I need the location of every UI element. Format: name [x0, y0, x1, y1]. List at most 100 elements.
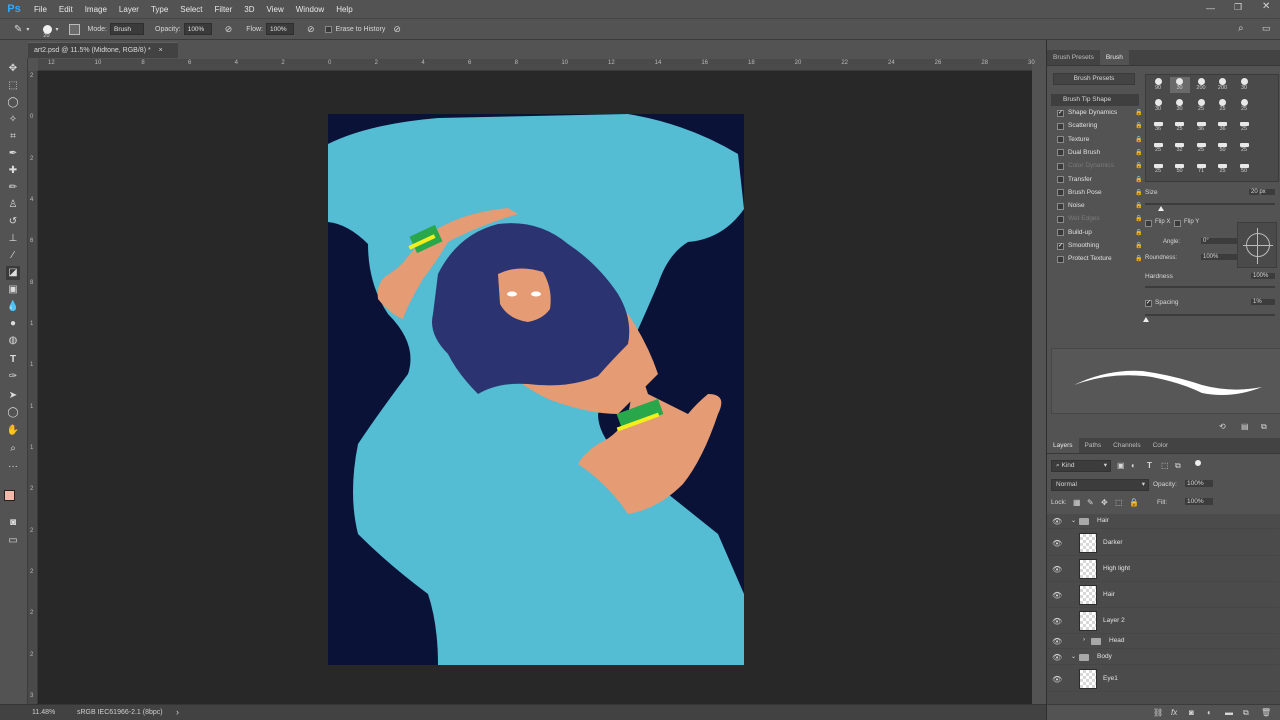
- blend-mode-select[interactable]: Normal ▾: [1051, 479, 1149, 491]
- brush-option-smoothing[interactable]: ✓ Smoothing 🔒: [1057, 240, 1145, 252]
- document-canvas[interactable]: [328, 114, 744, 665]
- marquee-tool-icon[interactable]: ⬚: [6, 79, 20, 93]
- brush-option-brush-pose[interactable]: Brush Pose 🔒: [1057, 187, 1145, 199]
- brush-tip-cell[interactable]: 32: [1170, 140, 1190, 156]
- brush-tip-cell[interactable]: 30: [1169, 77, 1190, 93]
- brush-tip-cell[interactable]: 200: [1213, 77, 1233, 93]
- brush-option-checkbox[interactable]: ✓: [1057, 109, 1064, 117]
- delete-layer-icon[interactable]: 🗑: [1261, 708, 1271, 717]
- brush-tip-cell[interactable]: 50: [1170, 161, 1190, 177]
- crop-tool-icon[interactable]: ⌗: [6, 130, 20, 144]
- tab-brush[interactable]: Brush: [1099, 50, 1129, 65]
- pressure-opacity-icon[interactable]: ⊘: [225, 24, 233, 35]
- brush-option-texture[interactable]: Texture 🔒: [1057, 134, 1145, 146]
- visibility-eye-icon[interactable]: 👁: [1052, 591, 1062, 600]
- brush-panel-menu-icon[interactable]: ▤: [1241, 422, 1249, 431]
- zoom-level[interactable]: 11.48%: [32, 705, 55, 720]
- healing-brush-tool-icon[interactable]: ✚: [6, 164, 20, 178]
- visibility-eye-icon[interactable]: 👁: [1052, 675, 1062, 684]
- brush-tip-cell[interactable]: 25: [1170, 119, 1190, 135]
- spacing-slider-track[interactable]: [1145, 314, 1275, 316]
- brush-option-checkbox[interactable]: [1057, 149, 1064, 157]
- menu-layer[interactable]: Layer: [113, 5, 145, 14]
- smudge-tool-icon[interactable]: ∕: [6, 249, 20, 263]
- brush-tool-icon[interactable]: ✏: [6, 181, 20, 195]
- brush-option-checkbox[interactable]: [1057, 229, 1064, 237]
- tab-color[interactable]: Color: [1147, 438, 1175, 453]
- angle-roundness-widget[interactable]: [1237, 222, 1277, 268]
- layer-style-icon[interactable]: fx: [1171, 708, 1177, 717]
- lock-icon[interactable]: 🔒: [1135, 253, 1142, 265]
- size-input[interactable]: 20 px: [1249, 189, 1275, 195]
- filter-type-icon[interactable]: T: [1147, 461, 1152, 470]
- flip-x-checkbox[interactable]: [1145, 220, 1152, 227]
- clone-stamp-tool-icon[interactable]: ♙: [6, 198, 20, 212]
- close-window-icon[interactable]: ✕: [1262, 1, 1270, 12]
- brush-option-dual-brush[interactable]: Dual Brush 🔒: [1057, 147, 1145, 159]
- gradient-tool-icon[interactable]: ▣: [6, 283, 20, 297]
- brush-option-checkbox[interactable]: ✓: [1057, 242, 1064, 250]
- workspace-icon[interactable]: ▭: [1262, 23, 1271, 34]
- lock-position-icon[interactable]: ✥: [1101, 498, 1108, 507]
- lock-all-icon[interactable]: 🔒: [1129, 498, 1139, 507]
- brush-option-protect-texture[interactable]: Protect Texture 🔒: [1057, 253, 1145, 265]
- brush-panel-toggle-icon[interactable]: [68, 23, 80, 35]
- menu-view[interactable]: View: [261, 5, 290, 14]
- size-slider-track[interactable]: [1145, 203, 1275, 205]
- brush-option-noise[interactable]: Noise 🔒: [1057, 200, 1145, 212]
- brush-tip-cell[interactable]: 90: [1148, 77, 1168, 93]
- lasso-tool-icon[interactable]: ◯: [6, 96, 20, 110]
- opacity-input[interactable]: 100%: [183, 23, 212, 35]
- status-arrow-icon[interactable]: ›: [176, 705, 179, 720]
- brush-option-build-up[interactable]: Build-up 🔒: [1057, 227, 1145, 239]
- brush-tip-cell[interactable]: 71: [1191, 161, 1211, 177]
- menu-filter[interactable]: Filter: [209, 5, 239, 14]
- eraser-tool-icon[interactable]: ✎: [14, 24, 22, 35]
- brush-tip-cell[interactable]: 25: [1213, 98, 1233, 114]
- tab-paths[interactable]: Paths: [1079, 438, 1108, 453]
- layer-high-light[interactable]: 👁 High light: [1047, 556, 1279, 582]
- link-layers-icon[interactable]: ⛓: [1153, 708, 1163, 717]
- filter-adjustment-icon[interactable]: ◐: [1131, 461, 1136, 470]
- hardness-input[interactable]: 100%: [1251, 273, 1275, 279]
- brush-option-checkbox[interactable]: [1057, 255, 1064, 263]
- brush-option-checkbox[interactable]: [1057, 122, 1064, 130]
- hardness-slider-track[interactable]: [1145, 286, 1275, 288]
- lock-icon[interactable]: 🔒: [1135, 187, 1142, 199]
- pen-tool-icon[interactable]: ✑: [6, 370, 20, 384]
- lock-icon[interactable]: 🔒: [1135, 147, 1142, 159]
- brush-tip-shape-item[interactable]: Brush Tip Shape: [1051, 94, 1139, 106]
- sponge-tool-icon[interactable]: ◍: [6, 334, 20, 348]
- quick-mask-icon[interactable]: ◙: [6, 516, 20, 530]
- new-layer-icon[interactable]: ⧉: [1243, 708, 1249, 718]
- brush-presets-button[interactable]: Brush Presets: [1053, 73, 1135, 85]
- menu-3d[interactable]: 3D: [238, 5, 260, 14]
- lock-artboard-icon[interactable]: ⬚: [1115, 498, 1123, 507]
- brush-tip-cell[interactable]: 50: [1213, 140, 1233, 156]
- lock-icon[interactable]: 🔒: [1135, 227, 1142, 239]
- visibility-eye-icon[interactable]: 👁: [1052, 565, 1062, 574]
- layer-hair[interactable]: 👁 Hair: [1047, 582, 1279, 608]
- filter-smart-object-icon[interactable]: ⧉: [1175, 461, 1181, 471]
- brush-tip-cell[interactable]: 25: [1234, 119, 1254, 135]
- lock-icon[interactable]: 🔒: [1135, 107, 1142, 119]
- roundness-input[interactable]: 100%: [1201, 254, 1237, 260]
- new-brush-icon[interactable]: ⧉: [1261, 422, 1267, 432]
- brush-tip-cell[interactable]: 25: [1191, 98, 1211, 114]
- brush-picker-chevron-icon[interactable]: ▾: [56, 26, 59, 33]
- spacing-slider-handle[interactable]: [1143, 317, 1150, 322]
- tab-brush-presets[interactable]: Brush Presets: [1047, 50, 1100, 65]
- menu-select[interactable]: Select: [174, 5, 208, 14]
- dodge-tool-icon[interactable]: ●: [6, 317, 20, 331]
- brush-option-transfer[interactable]: Transfer 🔒: [1057, 174, 1145, 186]
- layer-filter-kind[interactable]: ⌕ Kind ▾: [1051, 460, 1111, 472]
- chevron-icon[interactable]: ›: [1083, 637, 1085, 643]
- brush-tip-cell[interactable]: 36: [1213, 119, 1233, 135]
- brush-option-checkbox[interactable]: [1057, 136, 1064, 144]
- chevron-icon[interactable]: ⌄: [1071, 517, 1076, 524]
- brush-option-shape-dynamics[interactable]: ✓ Shape Dynamics 🔒: [1057, 107, 1145, 119]
- size-slider-handle[interactable]: [1157, 206, 1164, 211]
- layer-eye1[interactable]: 👁 Eye1: [1047, 666, 1279, 692]
- path-selection-tool-icon[interactable]: ➤: [6, 389, 20, 403]
- spacing-input[interactable]: 1%: [1251, 299, 1275, 305]
